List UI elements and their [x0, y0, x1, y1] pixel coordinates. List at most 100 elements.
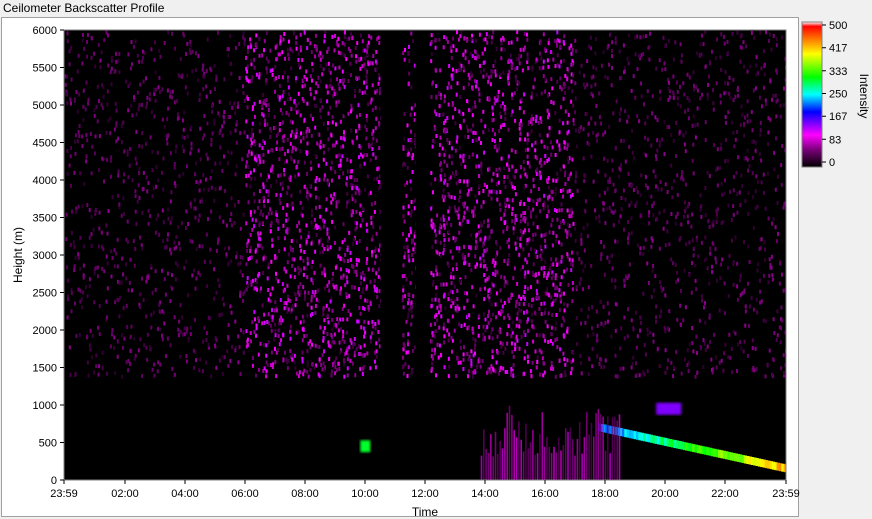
- noise-cell: [646, 201, 649, 206]
- noise-cell: [648, 45, 651, 50]
- noise-cell: [229, 130, 232, 135]
- noise-cell: [663, 61, 666, 66]
- noise-cell: [408, 308, 411, 312]
- noise-cell: [618, 118, 621, 122]
- noise-cell: [404, 362, 407, 366]
- noise-cell: [234, 319, 237, 324]
- noise-cell: [586, 111, 589, 116]
- noise-cell: [610, 278, 613, 283]
- noise-cell: [182, 171, 185, 176]
- noise-cell: [98, 226, 101, 231]
- noise-cell: [300, 248, 303, 253]
- noise-cell: [728, 75, 731, 80]
- noise-cell: [369, 158, 372, 163]
- noise-cell: [491, 327, 494, 332]
- noise-cell: [377, 180, 380, 184]
- noise-cell: [754, 140, 757, 145]
- noise-cell: [688, 342, 691, 347]
- noise-cell: [330, 160, 333, 165]
- noise-cell: [470, 362, 473, 367]
- noise-cell: [433, 224, 436, 229]
- noise-cell: [723, 41, 726, 46]
- noise-cell: [519, 228, 522, 233]
- noise-cell: [355, 257, 358, 262]
- noise-cell: [191, 49, 194, 54]
- noise-cell: [189, 151, 192, 156]
- noise-cell: [750, 296, 753, 301]
- noise-cell: [290, 66, 293, 71]
- noise-cell: [195, 180, 198, 184]
- noise-cell: [567, 222, 570, 227]
- noise-cell: [138, 59, 141, 64]
- noise-cell: [286, 366, 289, 371]
- noise-cell: [310, 113, 312, 118]
- noise-cell: [551, 145, 554, 150]
- noise-cell: [205, 84, 208, 89]
- noise-cell: [764, 257, 767, 262]
- noise-cell: [754, 148, 757, 153]
- noise-cell: [311, 78, 313, 83]
- noise-cell: [259, 231, 262, 236]
- noise-cell: [478, 92, 481, 97]
- noise-cell: [460, 324, 463, 328]
- noise-cell: [438, 272, 441, 277]
- noise-cell: [682, 177, 685, 182]
- noise-cell: [518, 53, 521, 58]
- noise-cell: [351, 186, 354, 191]
- noise-cell: [282, 120, 285, 125]
- noise-cell: [704, 186, 707, 190]
- noise-cell: [659, 96, 662, 101]
- noise-cell: [210, 374, 213, 379]
- noise-cell: [746, 119, 749, 124]
- noise-cell: [503, 315, 506, 320]
- noise-cell: [546, 108, 549, 113]
- noise-cell: [772, 317, 775, 322]
- noise-cell: [343, 130, 345, 135]
- noise-cell: [458, 306, 461, 311]
- noise-cell: [173, 100, 176, 105]
- noise-cell: [759, 132, 762, 137]
- noise-cell: [346, 280, 349, 285]
- noise-cell: [189, 332, 192, 337]
- noise-cell: [350, 53, 353, 58]
- noise-cell: [356, 114, 358, 119]
- noise-cell: [82, 88, 85, 93]
- noise-cell: [440, 353, 443, 358]
- noise-cell: [474, 38, 477, 43]
- noise-cell: [546, 204, 549, 209]
- y-tick-label: 2500: [33, 288, 57, 300]
- noise-cell: [166, 237, 169, 242]
- noise-cell: [187, 222, 190, 226]
- noise-cell: [438, 90, 441, 95]
- noise-cell: [549, 339, 552, 343]
- noise-cell: [77, 252, 80, 257]
- noise-cell: [98, 99, 100, 104]
- noise-cell: [85, 285, 87, 289]
- noise-cell: [762, 318, 765, 323]
- noise-cell: [259, 172, 262, 177]
- noise-cell: [500, 156, 503, 161]
- noise-cell: [407, 332, 410, 337]
- noise-cell: [517, 57, 520, 62]
- noise-cell: [317, 75, 320, 80]
- noise-cell: [268, 174, 270, 179]
- aerosol-plume: [576, 439, 579, 480]
- noise-cell: [97, 325, 100, 330]
- noise-cell: [181, 315, 184, 320]
- noise-cell: [230, 223, 233, 228]
- noise-cell: [619, 163, 622, 168]
- noise-cell: [562, 351, 565, 356]
- noise-cell: [345, 57, 348, 62]
- noise-cell: [714, 256, 717, 261]
- noise-cell: [245, 183, 248, 188]
- noise-cell: [566, 143, 569, 148]
- noise-cell: [181, 134, 184, 139]
- noise-cell: [470, 233, 472, 238]
- noise-cell: [374, 260, 377, 265]
- noise-cell: [558, 143, 561, 148]
- noise-cell: [73, 264, 76, 269]
- noise-cell: [523, 45, 526, 50]
- noise-cell: [230, 259, 233, 264]
- noise-cell: [670, 212, 673, 216]
- noise-cell: [438, 325, 441, 330]
